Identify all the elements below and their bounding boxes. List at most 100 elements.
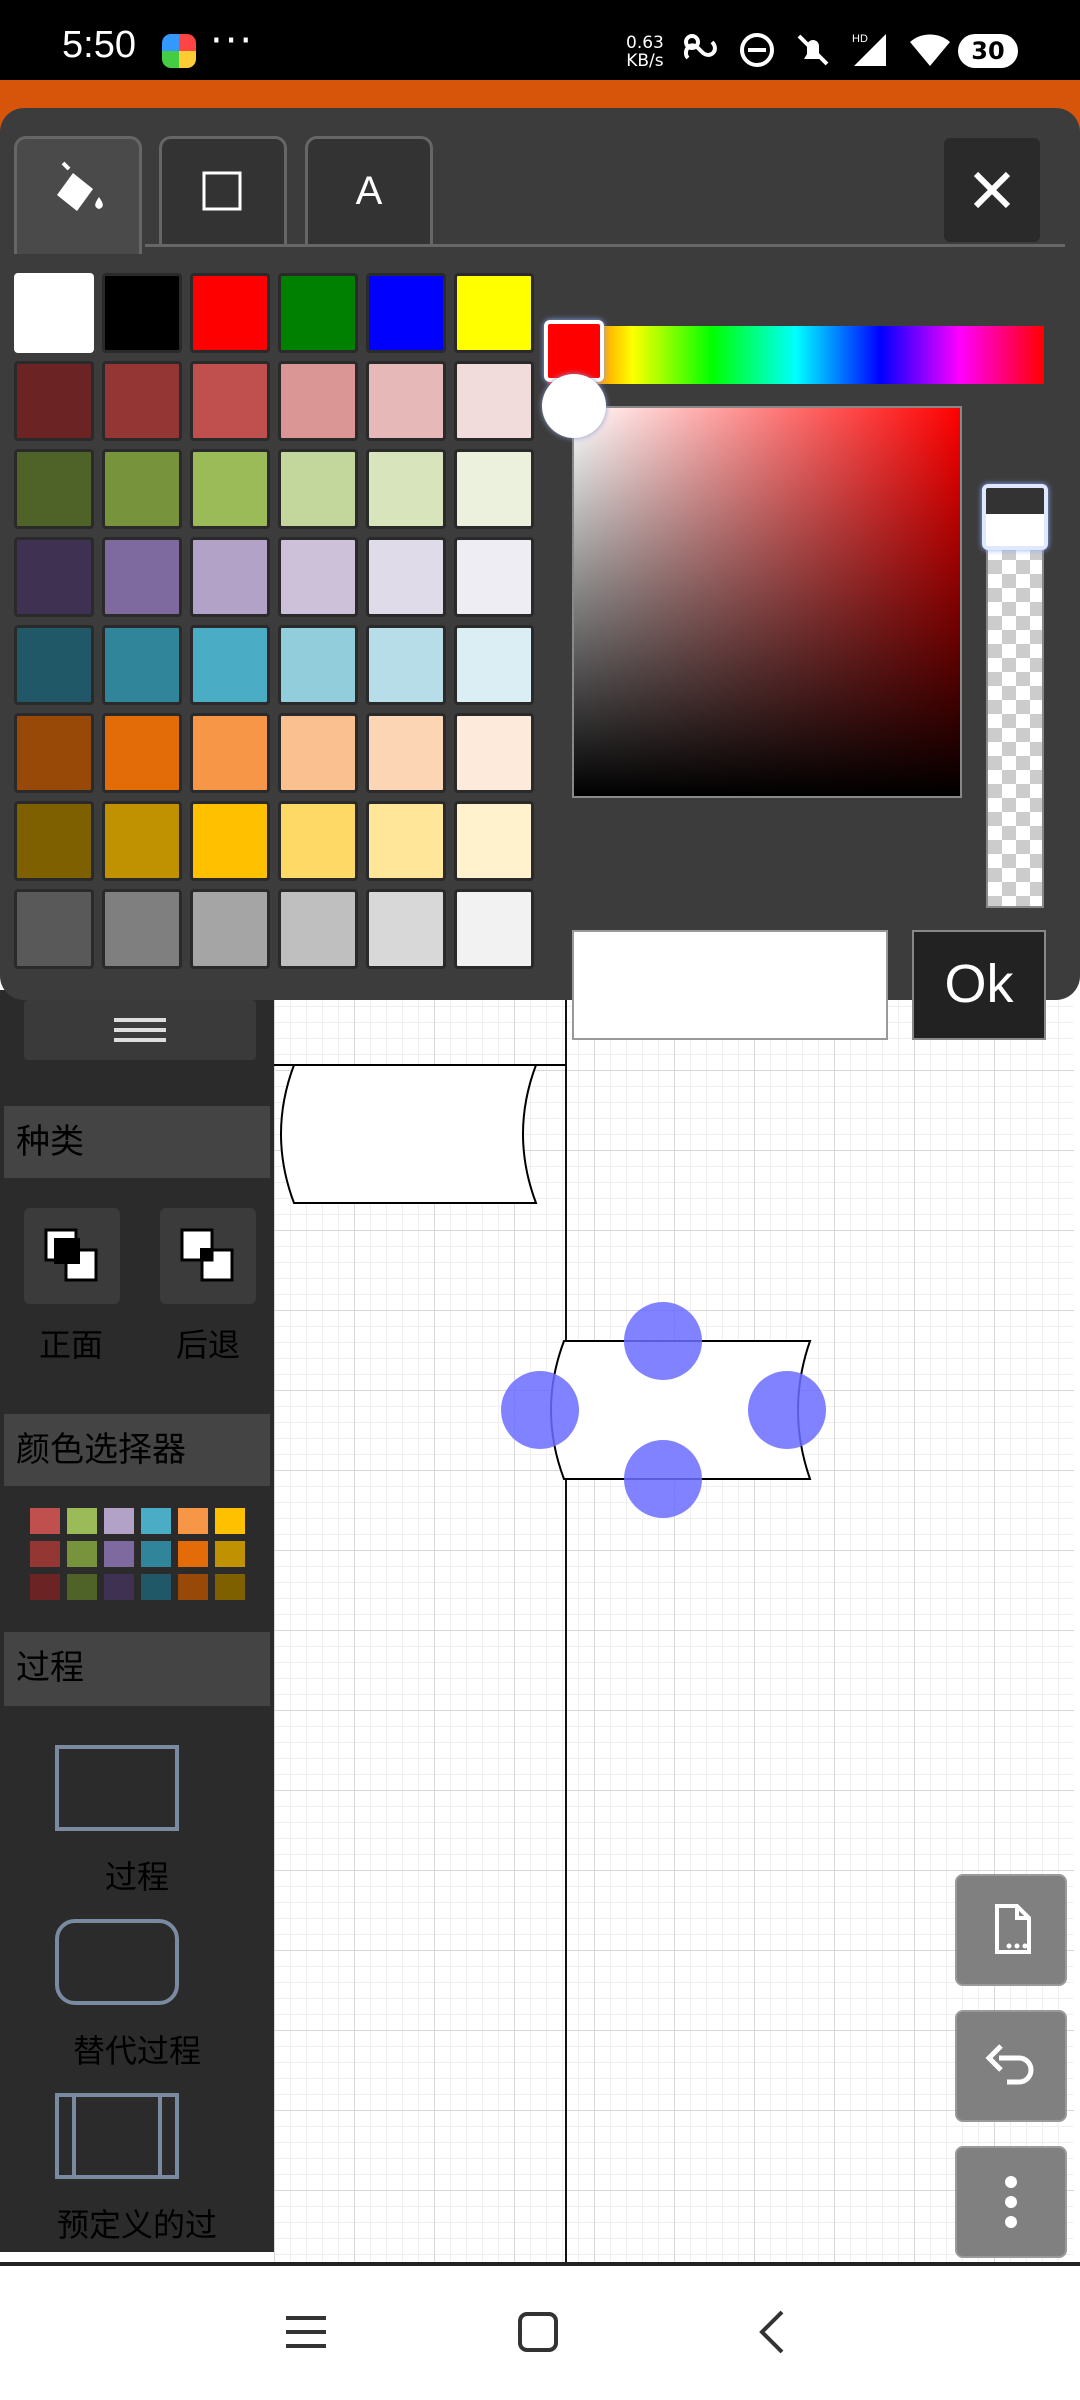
color-swatch[interactable] [14,273,94,353]
send-to-back-label: 后退 [175,1326,240,1364]
color-swatch[interactable] [454,801,534,881]
color-swatch[interactable] [366,625,446,705]
menu-line-icon [114,1028,166,1032]
color-swatch[interactable] [14,625,94,705]
color-swatch[interactable] [190,801,270,881]
color-swatch[interactable] [366,713,446,793]
color-swatch[interactable] [454,537,534,617]
color-swatch[interactable] [102,625,182,705]
network-speed: 0.63 KB/s [626,34,664,70]
tab-text[interactable]: A [305,136,433,246]
paint-bucket-icon [57,161,103,211]
send-to-back-button[interactable] [160,1208,256,1304]
alpha-slider[interactable] [986,488,1044,908]
color-swatch[interactable] [278,713,358,793]
page-setup-button[interactable] [955,1874,1067,1986]
undo-button[interactable] [955,2010,1067,2122]
hue-slider-handle[interactable] [544,320,604,382]
color-swatch[interactable] [102,713,182,793]
color-swatch[interactable] [278,361,358,441]
color-swatch[interactable] [14,801,94,881]
mini-swatch [178,1508,208,1534]
bring-to-front-button[interactable] [24,1208,120,1304]
predefined-process-shape-label: 预定义的过 [56,2206,217,2244]
color-swatch[interactable] [14,713,94,793]
mini-swatch [141,1508,171,1534]
section-header-kind: 种类 [4,1106,270,1178]
color-swatch[interactable] [190,625,270,705]
bring-front-icon [44,1228,98,1282]
color-swatch[interactable] [102,801,182,881]
stored-data-shape[interactable] [280,1064,538,1204]
saturation-value-picker[interactable] [572,406,962,798]
color-swatch[interactable] [454,449,534,529]
color-swatch[interactable] [454,625,534,705]
color-hex-input[interactable] [572,930,888,1040]
color-swatch[interactable] [190,713,270,793]
color-swatch[interactable] [190,889,270,969]
close-button[interactable] [944,138,1040,242]
color-swatch[interactable] [366,889,446,969]
predefined-process-shape-icon[interactable] [54,2092,182,2180]
color-swatch[interactable] [102,889,182,969]
close-icon [973,171,1011,209]
alternate-process-shape-icon[interactable] [54,1918,182,2006]
connection-handle-left[interactable] [501,1371,579,1449]
connection-handle-top[interactable] [624,1302,702,1380]
color-swatch[interactable] [278,889,358,969]
connection-handle-bottom[interactable] [624,1440,702,1518]
color-swatch[interactable] [454,361,534,441]
color-swatch[interactable] [454,713,534,793]
section-header-color-picker: 颜色选择器 [4,1414,270,1486]
color-swatch[interactable] [278,273,358,353]
more-options-button[interactable] [955,2146,1067,2258]
hue-slider[interactable] [548,326,1044,384]
app-notification-icon [162,34,196,68]
alpha-slider-handle[interactable] [982,484,1048,550]
color-swatch[interactable] [102,449,182,529]
color-swatch[interactable] [14,449,94,529]
color-swatch[interactable] [102,273,182,353]
tab-divider [145,244,1065,247]
color-swatch[interactable] [102,361,182,441]
color-swatch[interactable] [14,537,94,617]
mini-swatch [30,1508,60,1534]
ok-button[interactable]: Ok [912,930,1046,1040]
color-swatch[interactable] [278,801,358,881]
color-swatch[interactable] [14,361,94,441]
color-swatch[interactable] [278,537,358,617]
mini-swatch [30,1574,60,1600]
color-swatch[interactable] [190,361,270,441]
color-swatch[interactable] [454,273,534,353]
color-swatch[interactable] [102,537,182,617]
color-picker-thumbnail[interactable] [30,1508,245,1600]
home-icon[interactable] [516,2308,560,2356]
color-swatch[interactable] [366,273,446,353]
color-swatch[interactable] [190,537,270,617]
connection-handle-right[interactable] [748,1371,826,1449]
battery-level: 30 [958,34,1018,68]
tab-line[interactable] [159,136,287,246]
process-shape-label: 过程 [104,1858,169,1896]
color-swatch[interactable] [14,889,94,969]
tab-fill[interactable] [14,136,142,254]
color-swatch[interactable] [366,361,446,441]
color-swatch[interactable] [190,273,270,353]
color-swatch[interactable] [278,625,358,705]
mini-swatch [178,1574,208,1600]
system-navigation-bar [0,2266,1080,2400]
panel-menu-button[interactable] [24,1000,256,1060]
color-swatch[interactable] [190,449,270,529]
menu-line-icon [114,1018,166,1022]
recent-apps-icon[interactable] [284,2310,328,2354]
color-swatch[interactable] [278,449,358,529]
color-swatch[interactable] [366,537,446,617]
document-icon [995,1904,1031,1954]
process-shape-icon[interactable] [54,1744,182,1832]
color-swatch[interactable] [366,449,446,529]
color-swatch[interactable] [366,801,446,881]
back-icon[interactable] [752,2308,792,2356]
color-swatch[interactable] [454,889,534,969]
bring-to-front-label: 正面 [38,1326,103,1364]
saturation-value-handle[interactable] [542,374,606,438]
